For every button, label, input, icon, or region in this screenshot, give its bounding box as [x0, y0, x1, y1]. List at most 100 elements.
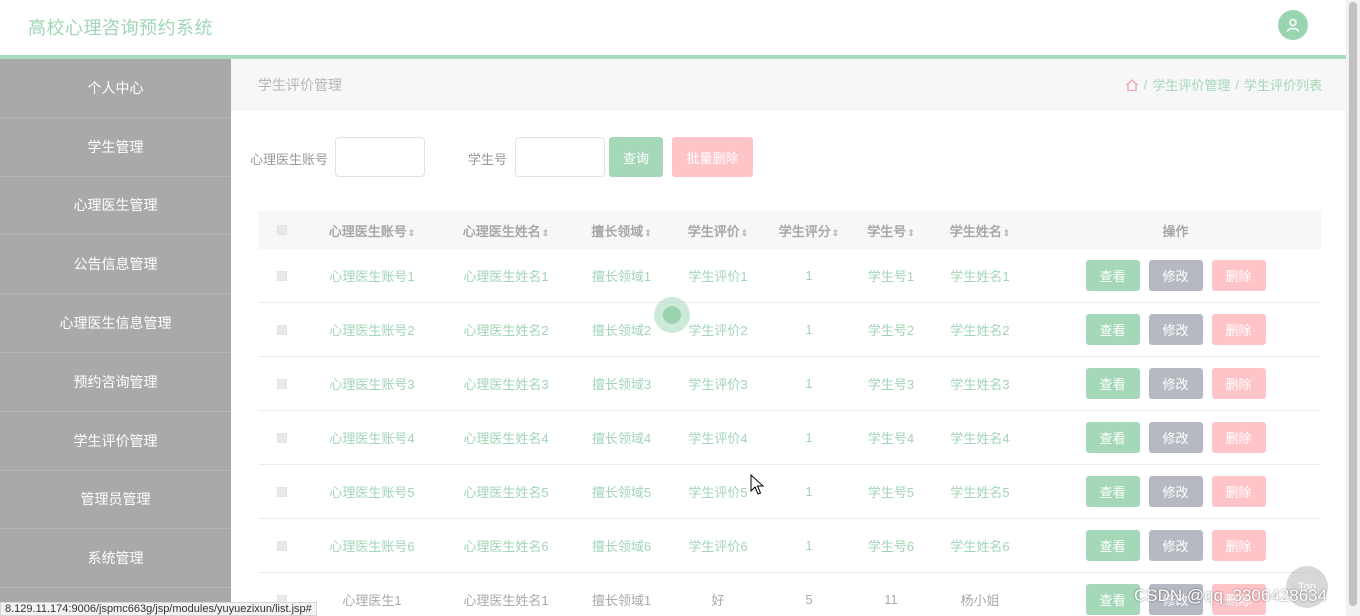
- delete-button[interactable]: 删除: [1211, 422, 1266, 453]
- cell-student-name: 学生姓名6: [950, 539, 1010, 554]
- cell-score: 1: [805, 376, 813, 391]
- row-checkbox[interactable]: [276, 270, 287, 281]
- sort-icon[interactable]: ⇕: [907, 228, 915, 238]
- student-no-input[interactable]: [515, 137, 605, 177]
- sidebar-item-student-reviews[interactable]: 学生评价管理: [0, 412, 231, 471]
- sidebar-item-appointments[interactable]: 预约咨询管理: [0, 353, 231, 412]
- breadcrumb: / 学生评价管理 / 学生评价列表: [1125, 75, 1322, 94]
- sort-icon[interactable]: ⇕: [408, 228, 416, 238]
- batch-delete-button[interactable]: 批量删除: [672, 137, 753, 177]
- cell-specialty: 擅长领域5: [591, 485, 652, 500]
- sort-icon[interactable]: ⇕: [741, 228, 749, 238]
- cell-specialty: 擅长领域6: [591, 539, 652, 554]
- view-button[interactable]: 查看: [1085, 584, 1140, 615]
- sidebar-item-announcements[interactable]: 公告信息管理: [0, 235, 231, 295]
- table-row: 心理医生账号5 心理医生姓名5 擅长领域5 学生评价5 1 学生号5 学生姓名5 查看 修改 删除: [258, 465, 1321, 519]
- cell-doctor-name: 心理医生姓名3: [463, 377, 549, 392]
- view-button[interactable]: 查看: [1085, 422, 1140, 453]
- sort-icon[interactable]: ⇕: [542, 228, 550, 238]
- row-actions: 查看 修改 删除: [1030, 530, 1321, 561]
- column-header[interactable]: 擅长领域⇕: [573, 221, 670, 240]
- view-button[interactable]: 查看: [1085, 368, 1140, 399]
- edit-button[interactable]: 修改: [1148, 476, 1203, 507]
- cell-student-no: 11: [884, 592, 898, 607]
- doctor-account-label: 心理医生账号: [250, 152, 329, 167]
- sidebar-item-personal-center[interactable]: 个人中心: [0, 59, 231, 118]
- home-icon[interactable]: [1125, 78, 1139, 92]
- cell-student-no: 学生号1: [867, 269, 915, 284]
- cell-student-no: 学生号2: [867, 323, 915, 338]
- edit-button[interactable]: 修改: [1148, 314, 1203, 345]
- delete-button[interactable]: 删除: [1211, 530, 1266, 561]
- breadcrumb-bar: 学生评价管理 / 学生评价管理 / 学生评价列表: [231, 59, 1346, 111]
- sidebar-item-doctors[interactable]: 心理医生管理: [0, 177, 231, 236]
- delete-button[interactable]: 删除: [1211, 476, 1266, 507]
- view-button[interactable]: 查看: [1085, 530, 1140, 561]
- cell-doctor-name: 心理医生姓名1: [463, 269, 549, 284]
- cell-review: 学生评价4: [688, 431, 748, 446]
- delete-button[interactable]: 删除: [1211, 260, 1266, 291]
- sort-icon[interactable]: ⇕: [832, 228, 840, 238]
- column-header[interactable]: 心理医生姓名⇕: [439, 221, 573, 240]
- sidebar-item-students[interactable]: 学生管理: [0, 118, 231, 177]
- edit-button[interactable]: 修改: [1148, 368, 1203, 399]
- sidebar-item-doctor-info[interactable]: 心理医生信息管理: [0, 294, 231, 353]
- column-header[interactable]: 学生评价⇕: [670, 221, 766, 240]
- cell-specialty: 擅长领域1: [591, 593, 652, 608]
- cell-score: 1: [805, 268, 813, 283]
- edit-button[interactable]: 修改: [1148, 422, 1203, 453]
- table-row: 心理医生账号2 心理医生姓名2 擅长领域2 学生评价2 1 学生号2 学生姓名2 查看 修改 删除: [258, 303, 1321, 357]
- user-avatar[interactable]: [1278, 10, 1308, 40]
- row-checkbox[interactable]: [276, 324, 287, 335]
- table-row: 心理医生账号3 心理医生姓名3 擅长领域3 学生评价3 1 学生号3 学生姓名3 查看 修改 删除: [258, 357, 1321, 411]
- student-no-label: 学生号: [468, 152, 508, 167]
- sidebar-item-label: 心理医生管理: [73, 197, 158, 214]
- select-all-checkbox[interactable]: [276, 225, 287, 235]
- edit-button[interactable]: 修改: [1148, 530, 1203, 561]
- column-header[interactable]: 学生姓名⇕: [930, 221, 1030, 240]
- row-actions: 查看 修改 删除: [1030, 422, 1321, 453]
- sidebar: 个人中心 学生管理 心理医生管理 公告信息管理 心理医生信息管理 预约咨询管理 …: [0, 59, 231, 616]
- cell-doctor-name: 心理医生姓名6: [463, 539, 549, 554]
- breadcrumb-separator: /: [1143, 77, 1148, 92]
- row-actions: 查看 修改 删除: [1030, 314, 1321, 345]
- edit-button[interactable]: 修改: [1148, 260, 1203, 291]
- cell-student-no: 学生号4: [867, 431, 915, 446]
- column-header-actions: 操作: [1162, 223, 1189, 239]
- cell-student-no: 学生号5: [867, 485, 915, 500]
- cell-doctor-account: 心理医生账号1: [329, 269, 415, 284]
- column-header[interactable]: 学生评分⇕: [766, 221, 852, 240]
- row-checkbox[interactable]: [276, 432, 287, 443]
- sidebar-item-admins[interactable]: 管理员管理: [0, 471, 231, 530]
- vertical-scrollbar[interactable]: [1346, 0, 1360, 616]
- cell-doctor-account: 心理医生账号4: [329, 431, 415, 446]
- scrollbar-thumb[interactable]: [1349, 2, 1357, 606]
- doctor-account-input[interactable]: [335, 137, 425, 177]
- query-button[interactable]: 查询: [609, 137, 663, 177]
- watermark: CSDN @qq_3306428634: [1134, 586, 1328, 605]
- sidebar-item-label: 心理医生信息管理: [59, 315, 172, 332]
- cell-student-no: 学生号3: [867, 377, 915, 392]
- delete-button[interactable]: 删除: [1211, 314, 1266, 345]
- row-checkbox[interactable]: [276, 378, 287, 389]
- sidebar-item-label: 管理员管理: [80, 491, 151, 508]
- table-row: 心理医生账号1 心理医生姓名1 擅长领域1 学生评价1 1 学生号1 学生姓名1 查看 修改 删除: [258, 249, 1321, 303]
- view-button[interactable]: 查看: [1085, 314, 1140, 345]
- breadcrumb-separator: /: [1235, 77, 1239, 92]
- cell-student-name: 杨小姐: [960, 593, 1000, 608]
- sidebar-item-system[interactable]: 系统管理: [0, 529, 231, 589]
- delete-button[interactable]: 删除: [1211, 368, 1266, 399]
- breadcrumb-level1[interactable]: 学生评价管理: [1152, 75, 1230, 94]
- column-header[interactable]: 心理医生账号⇕: [305, 221, 439, 240]
- row-checkbox[interactable]: [276, 540, 287, 551]
- column-header[interactable]: 学生号⇕: [852, 221, 930, 240]
- view-button[interactable]: 查看: [1085, 260, 1140, 291]
- cell-review: 学生评价3: [688, 377, 748, 392]
- sort-icon[interactable]: ⇕: [1003, 228, 1011, 238]
- sort-icon[interactable]: ⇕: [644, 228, 652, 238]
- cell-student-no: 学生号6: [867, 539, 915, 554]
- app-title: 高校心理咨询预约系统: [28, 18, 213, 38]
- cell-doctor-name: 心理医生姓名2: [463, 323, 549, 338]
- view-button[interactable]: 查看: [1085, 476, 1140, 507]
- row-checkbox[interactable]: [276, 486, 287, 497]
